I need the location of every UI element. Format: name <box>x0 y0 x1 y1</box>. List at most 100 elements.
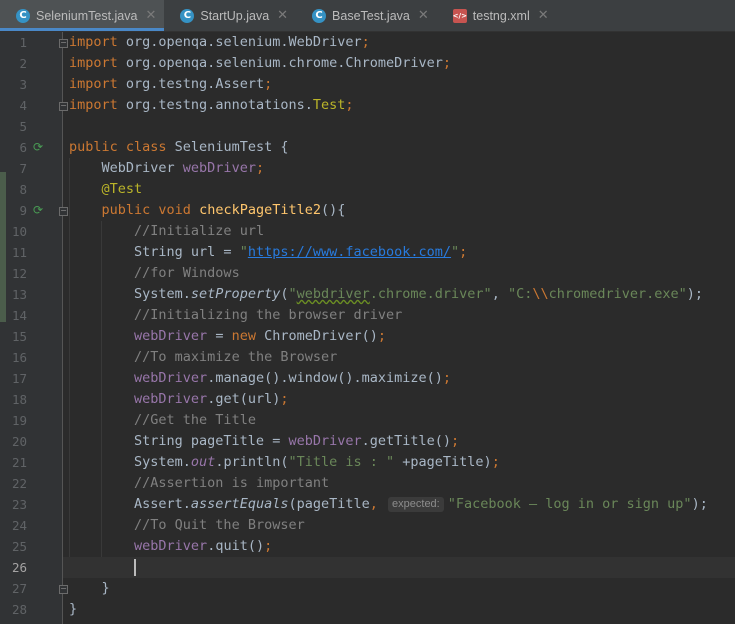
line-number[interactable]: 28 <box>0 599 27 620</box>
line-number[interactable]: 13 <box>0 284 27 305</box>
code-line[interactable]: WebDriver webDriver; <box>63 158 735 179</box>
code-token: webDriver <box>134 391 208 407</box>
code-line[interactable]: //Get the Title <box>63 410 735 431</box>
line-number[interactable]: 3 <box>0 74 27 95</box>
close-icon[interactable]: ✕ <box>538 8 549 23</box>
code-line[interactable]: //Initialize url <box>63 221 735 242</box>
tab-label: StartUp.java <box>200 8 270 23</box>
code-line[interactable]: //To maximize the Browser <box>63 347 735 368</box>
tab-startup-java[interactable]: C StartUp.java ✕ <box>164 0 296 31</box>
line-number[interactable]: 8 <box>0 179 27 200</box>
code-line[interactable]: System.out.println("Title is : " +pageTi… <box>63 452 735 473</box>
code-token: ; <box>459 244 468 260</box>
line-number[interactable]: 19 <box>0 410 27 431</box>
code-line[interactable] <box>63 557 735 578</box>
line-number-gutter[interactable]: 1 2 3 4 5 6 ⟳ 7 8 9 ⟳ 10 11 12 13 14 15 16 17 18 19 20 21 22 23 2… <box>0 32 68 624</box>
code-token: "C: <box>507 286 533 302</box>
java-class-icon: C <box>180 8 195 23</box>
code-line[interactable]: //Assertion is important <box>63 473 735 494</box>
code-line[interactable]: webDriver.manage().window().maximize(); <box>63 368 735 389</box>
code-token: , <box>369 496 378 512</box>
line-number[interactable]: 17 <box>0 368 27 389</box>
line-number[interactable]: 9 <box>0 200 27 221</box>
close-icon[interactable]: ✕ <box>277 8 288 23</box>
code-token: , <box>491 286 508 302</box>
line-number[interactable]: 5 <box>0 116 27 137</box>
code-line[interactable]: webDriver.get(url); <box>63 389 735 410</box>
code-line[interactable]: webDriver.quit(); <box>63 536 735 557</box>
tab-seleniumtest-java[interactable]: C SeleniumTest.java ✕ <box>0 0 165 31</box>
tab-basetest-java[interactable]: C BaseTest.java ✕ <box>296 0 437 31</box>
line-number[interactable]: 10 <box>0 221 27 242</box>
code-token: //Initializing the browser driver <box>134 307 403 323</box>
tab-label: SeleniumTest.java <box>36 8 138 23</box>
tab-testng-xml[interactable]: </> testng.xml ✕ <box>437 0 557 31</box>
code-line[interactable]: @Test <box>63 179 735 200</box>
line-number[interactable]: 18 <box>0 389 27 410</box>
run-test-icon[interactable]: ⟳ <box>33 141 45 153</box>
code-token: Assert. <box>69 496 191 512</box>
line-number[interactable]: 16 <box>0 347 27 368</box>
java-class-icon: C <box>16 8 30 23</box>
editor-tab-bar: C SeleniumTest.java ✕ C StartUp.java ✕ C… <box>0 0 735 32</box>
line-number[interactable]: 24 <box>0 515 27 536</box>
code-line[interactable]: import org.testng.annotations.Test; <box>63 95 735 116</box>
code-token: import <box>69 97 118 113</box>
code-line[interactable] <box>63 116 735 137</box>
code-line[interactable]: //for Windows <box>63 263 735 284</box>
line-number[interactable]: 23 <box>0 494 27 515</box>
code-token: //Initialize url <box>134 223 265 239</box>
tab-label: testng.xml <box>472 8 530 23</box>
code-line[interactable]: } <box>63 578 735 599</box>
line-number[interactable]: 11 <box>0 242 27 263</box>
code-line[interactable]: } <box>63 599 735 620</box>
line-number[interactable]: 15 <box>0 326 27 347</box>
line-number[interactable]: 27 <box>0 578 27 599</box>
code-token: String pageTitle = <box>69 433 289 449</box>
code-line[interactable]: public class SeleniumTest { <box>63 137 735 158</box>
line-number[interactable]: 22 <box>0 473 27 494</box>
code-editor[interactable]: 1 2 3 4 5 6 ⟳ 7 8 9 ⟳ 10 11 12 13 14 15 16 17 18 19 20 21 22 23 2… <box>0 32 735 624</box>
code-line[interactable]: System.setProperty("webdriver.chrome.dri… <box>63 284 735 305</box>
code-line[interactable]: import org.testng.Assert; <box>63 74 735 95</box>
line-number[interactable]: 7 <box>0 158 27 179</box>
code-line[interactable]: Assert.assertEquals(pageTitle, expected:… <box>63 494 735 515</box>
code-token: System. <box>69 454 191 470</box>
line-number[interactable]: 14 <box>0 305 27 326</box>
code-line[interactable]: webDriver = new ChromeDriver(); <box>63 326 735 347</box>
code-token: SeleniumTest { <box>166 139 289 155</box>
line-number[interactable]: 20 <box>0 431 27 452</box>
code-token: .chrome.driver" <box>369 286 492 302</box>
close-icon[interactable]: ✕ <box>145 8 156 23</box>
code-token: ; <box>255 160 265 176</box>
code-line[interactable]: //Initializing the browser driver <box>63 305 735 326</box>
code-token: org.openqa.selenium.WebDriver <box>117 34 362 50</box>
line-number[interactable]: 4 <box>0 95 27 116</box>
code-area[interactable]: import org.openqa.selenium.WebDriver; imp… <box>63 32 735 624</box>
code-line[interactable]: String url = "https://www.facebook.com/"… <box>63 242 735 263</box>
line-number[interactable]: 6 <box>0 137 27 158</box>
code-token: @Test <box>101 181 143 197</box>
code-token: org.openqa.selenium.chrome.ChromeDriver <box>117 55 443 71</box>
code-line[interactable]: public void checkPageTitle2(){ <box>63 200 735 221</box>
line-number[interactable]: 2 <box>0 53 27 74</box>
code-token: (pageTitle <box>288 496 370 512</box>
line-number[interactable]: 26 <box>0 557 27 578</box>
code-line[interactable]: import org.openqa.selenium.WebDriver; <box>63 32 735 53</box>
line-number[interactable]: 25 <box>0 536 27 557</box>
code-token: ChromeDriver() <box>255 328 378 344</box>
code-line[interactable]: String pageTitle = webDriver.getTitle(); <box>63 431 735 452</box>
line-number[interactable]: 12 <box>0 263 27 284</box>
code-line[interactable]: import org.openqa.selenium.chrome.Chrome… <box>63 53 735 74</box>
code-token: import <box>69 34 118 50</box>
line-number[interactable]: 1 <box>0 32 27 53</box>
line-number[interactable]: 21 <box>0 452 27 473</box>
close-icon[interactable]: ✕ <box>418 8 429 23</box>
code-line[interactable]: //To Quit the Browser <box>63 515 735 536</box>
run-test-icon[interactable]: ⟳ <box>33 204 45 216</box>
